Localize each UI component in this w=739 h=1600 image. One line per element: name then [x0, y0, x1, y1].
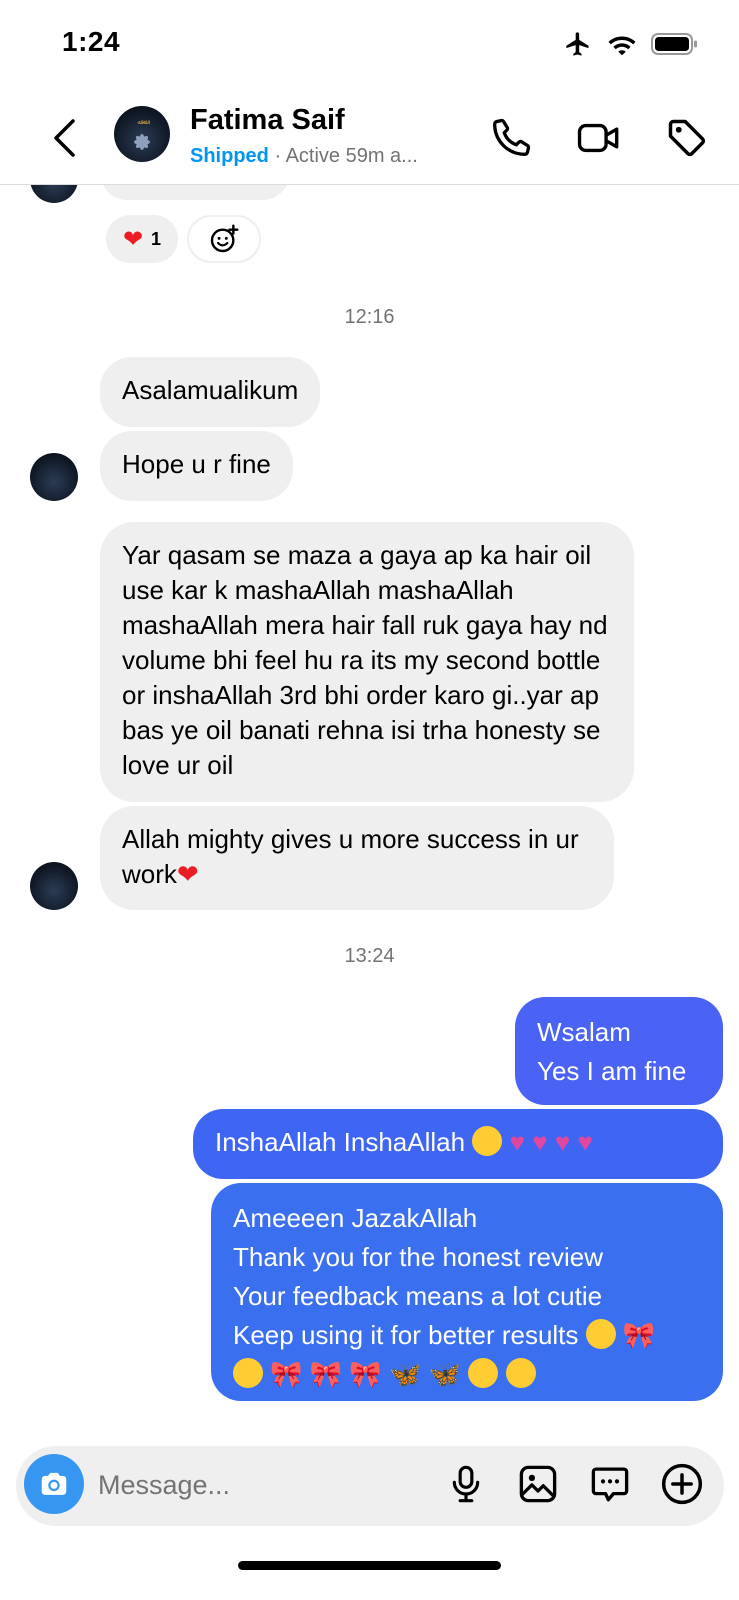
label-button[interactable] [663, 114, 711, 162]
voice-message-button[interactable] [444, 1462, 488, 1506]
camera-icon [41, 1472, 67, 1495]
sticker-icon [591, 1467, 629, 1502]
wifi-icon [608, 36, 636, 56]
header-actions [487, 114, 711, 162]
back-icon [54, 119, 75, 157]
back-button[interactable] [44, 114, 84, 162]
plus-icon [661, 1463, 703, 1505]
reaction-count: 1 [151, 228, 162, 249]
more-options-button[interactable] [660, 1462, 704, 1506]
ribbon-emoji: 🎀 [622, 1320, 656, 1350]
timestamp: 12:16 [344, 306, 395, 328]
outgoing-message[interactable]: Wsalam Yes I am fine [515, 997, 723, 1105]
heart-reaction[interactable]: ❤ 1 [106, 215, 178, 263]
pink-heart-emoji: ♥ ♥ ♥ ♥ [509, 1127, 593, 1157]
heart-emoji: ❤ [176, 859, 199, 889]
contact-avatar[interactable]: ﷲ ﷲ [114, 106, 170, 162]
outgoing-message[interactable]: InshaAllah InshaAllah ♥ ♥ ♥ ♥ [193, 1109, 723, 1179]
message-input[interactable] [98, 1464, 398, 1506]
pleading-face-emoji [505, 1358, 536, 1388]
audio-call-button[interactable] [487, 114, 535, 162]
outgoing-line: Keep using it for better results 🎀 [233, 1316, 701, 1355]
contact-name[interactable]: Fatima Saif [190, 104, 345, 137]
mic-icon [452, 1465, 480, 1503]
camera-button[interactable] [24, 1454, 84, 1514]
pleading-face-emoji [472, 1126, 503, 1156]
add-reaction-icon [210, 224, 239, 253]
contact-status: Shipped · Active 59m a... [190, 145, 418, 168]
message-composer [16, 1446, 724, 1526]
outgoing-line: Ameeeen JazakAllah [233, 1203, 478, 1233]
avatar-flower-icon: ﷲ ﷲ [134, 119, 150, 150]
message-thread[interactable]: ❤ 1 12:16 Asalamualikum Hope u r fine Ya… [0, 185, 739, 1445]
pleading-face-emoji [585, 1319, 616, 1349]
video-call-button[interactable] [575, 114, 623, 162]
incoming-message[interactable]: Yar qasam se maza a gaya ap ka hair oil … [100, 522, 634, 802]
home-indicator[interactable] [238, 1561, 501, 1570]
outgoing-message[interactable]: Ameeeen JazakAllah Thank you for the hon… [211, 1183, 723, 1401]
outgoing-line: Wsalam [537, 1017, 631, 1047]
add-reaction-button[interactable] [187, 215, 261, 263]
activity-status: Active 59m a... [285, 145, 418, 167]
outgoing-line: Your feedback means a lot cutie [233, 1281, 603, 1311]
chat-header: ﷲ ﷲ Fatima Saif Shipped · Active 59m a..… [0, 90, 739, 185]
ribbon-emoji: 🎀 🎀 🎀 [270, 1359, 382, 1389]
airplane-icon [566, 32, 589, 56]
tag-icon [668, 119, 706, 157]
outgoing-line-text: Keep using it for better results [233, 1320, 579, 1350]
heart-emoji: ❤ [122, 225, 144, 253]
phone-icon [493, 118, 531, 156]
sender-avatar [30, 453, 78, 501]
status-bar: 1:24 [0, 0, 739, 90]
outgoing-line: Thank you for the honest review [233, 1242, 603, 1272]
incoming-message[interactable]: Asalamualikum [100, 357, 321, 427]
sender-avatar [30, 862, 78, 910]
pleading-face-emoji [233, 1358, 263, 1388]
gallery-icon [519, 1465, 557, 1503]
svg-text:ﷲ ﷲ: ﷲ ﷲ [138, 119, 150, 126]
incoming-message[interactable]: Hope u r fine [100, 431, 293, 501]
outgoing-line: Yes I am fine [537, 1056, 687, 1086]
previous-message-bubble[interactable] [100, 185, 290, 200]
video-icon [577, 123, 619, 153]
battery-icon [651, 33, 697, 55]
incoming-message[interactable]: Allah mighty gives u more success in ur … [100, 806, 614, 910]
status-icons [563, 30, 699, 58]
outgoing-line: InshaAllah InshaAllah [215, 1127, 466, 1157]
timestamp: 13:24 [344, 945, 395, 967]
gallery-button[interactable] [516, 1462, 560, 1506]
butterfly-emoji: 🦋 🦋 [389, 1359, 462, 1389]
status-time: 1:24 [62, 26, 121, 57]
sender-avatar [30, 185, 78, 203]
status-separator: · [274, 145, 282, 167]
label-tag: Shipped [190, 145, 269, 167]
emoji-line: 🎀 🎀 🎀 🦋 🦋 [233, 1355, 701, 1394]
composer-actions [444, 1462, 704, 1506]
sticker-button[interactable] [588, 1462, 632, 1506]
pleading-face-emoji [468, 1358, 499, 1388]
